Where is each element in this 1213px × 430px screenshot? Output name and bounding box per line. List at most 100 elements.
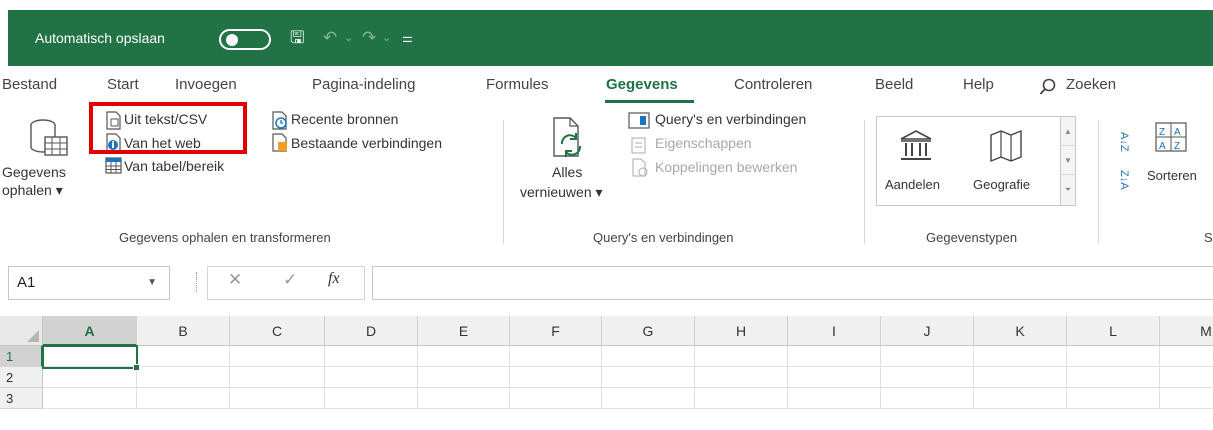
cell-g2[interactable] xyxy=(602,367,695,388)
column-header-i[interactable]: I xyxy=(788,316,881,346)
tab-beeld[interactable]: Beeld xyxy=(875,76,913,93)
from-table-range-button[interactable]: Van tabel/bereik xyxy=(124,158,224,174)
formula-input[interactable] xyxy=(372,266,1213,300)
insert-function-icon[interactable]: fx xyxy=(328,270,340,288)
cell-c3[interactable] xyxy=(230,388,325,409)
gallery-up-icon[interactable]: ▲ xyxy=(1061,117,1075,146)
fill-handle[interactable] xyxy=(133,364,140,371)
get-data-button[interactable]: Gegevens xyxy=(2,164,66,180)
edit-links-button[interactable]: Koppelingen bewerken xyxy=(655,159,797,175)
cell-l3[interactable] xyxy=(1067,388,1160,409)
cell-f3[interactable] xyxy=(510,388,602,409)
properties-button[interactable]: Eigenschappen xyxy=(655,135,752,151)
column-header-c[interactable]: C xyxy=(230,316,325,346)
cell-c1[interactable] xyxy=(230,346,325,367)
cell-d2[interactable] xyxy=(325,367,418,388)
cell-m2[interactable] xyxy=(1160,367,1213,388)
cell-i1[interactable] xyxy=(788,346,881,367)
existing-connections-button[interactable]: Bestaande verbindingen xyxy=(291,135,442,151)
column-header-j[interactable]: J xyxy=(881,316,974,346)
active-cell-a1[interactable] xyxy=(42,345,140,371)
cell-m1[interactable] xyxy=(1160,346,1213,367)
cell-k2[interactable] xyxy=(974,367,1067,388)
name-box[interactable]: A1 ▼ xyxy=(8,266,170,300)
redo-icon[interactable]: ↷ xyxy=(362,26,376,50)
row-header-3[interactable]: 3 xyxy=(0,388,43,409)
column-header-d[interactable]: D xyxy=(325,316,418,346)
row-header-1[interactable]: 1 xyxy=(0,346,43,367)
cell-h3[interactable] xyxy=(695,388,788,409)
cell-e2[interactable] xyxy=(418,367,510,388)
tab-gegevens[interactable]: Gegevens xyxy=(606,76,678,93)
search-icon[interactable] xyxy=(1039,78,1057,96)
recent-sources-button[interactable]: Recente bronnen xyxy=(291,111,398,127)
cell-k3[interactable] xyxy=(974,388,1067,409)
cell-a2[interactable] xyxy=(43,367,137,388)
cell-m3[interactable] xyxy=(1160,388,1213,409)
cell-f2[interactable] xyxy=(510,367,602,388)
cell-j2[interactable] xyxy=(881,367,974,388)
customize-qat-icon[interactable]: ⚌ xyxy=(402,26,413,50)
row-header-2[interactable]: 2 xyxy=(0,367,43,388)
cell-i2[interactable] xyxy=(788,367,881,388)
cell-i3[interactable] xyxy=(788,388,881,409)
tab-bestand[interactable]: Bestand xyxy=(2,76,57,93)
enter-icon[interactable]: ✓ xyxy=(283,270,297,290)
autosave-toggle[interactable] xyxy=(219,29,271,50)
save-icon[interactable]: 🖫 xyxy=(290,26,304,50)
column-header-g[interactable]: G xyxy=(602,316,695,346)
cell-b2[interactable] xyxy=(137,367,230,388)
cell-d1[interactable] xyxy=(325,346,418,367)
tab-formules[interactable]: Formules xyxy=(486,76,549,93)
cell-f1[interactable] xyxy=(510,346,602,367)
data-types-gallery[interactable]: Aandelen Geografie ▲ ▼ ⏷ xyxy=(876,116,1076,206)
gallery-scroll[interactable]: ▲ ▼ ⏷ xyxy=(1060,117,1075,205)
cell-d3[interactable] xyxy=(325,388,418,409)
cell-g3[interactable] xyxy=(602,388,695,409)
sort-button[interactable]: Sorteren xyxy=(1147,168,1197,183)
cell-a3[interactable] xyxy=(43,388,137,409)
undo-icon[interactable]: ↶ xyxy=(323,26,337,50)
cell-c2[interactable] xyxy=(230,367,325,388)
tab-help[interactable]: Help xyxy=(963,76,994,93)
cell-h1[interactable] xyxy=(695,346,788,367)
cell-l2[interactable] xyxy=(1067,367,1160,388)
refresh-all-button[interactable]: Alles xyxy=(552,164,582,180)
select-all-button[interactable] xyxy=(0,316,43,346)
cancel-icon[interactable]: ✕ xyxy=(228,270,242,290)
cell-e3[interactable] xyxy=(418,388,510,409)
redo-dropdown-icon[interactable]: ⌄ xyxy=(382,26,391,50)
cell-k1[interactable] xyxy=(974,346,1067,367)
column-header-h[interactable]: H xyxy=(695,316,788,346)
gallery-more-icon[interactable]: ⏷ xyxy=(1061,175,1075,204)
tab-start[interactable]: Start xyxy=(107,76,139,93)
refresh-all-dropdown[interactable]: vernieuwen ▾ xyxy=(520,184,603,201)
cell-b1[interactable] xyxy=(137,346,230,367)
cell-g1[interactable] xyxy=(602,346,695,367)
queries-connections-button[interactable]: Query's en verbindingen xyxy=(655,111,806,127)
chevron-down-icon[interactable]: ▼ xyxy=(147,277,157,288)
sort-za-icon[interactable]: Z↓A xyxy=(1118,170,1130,190)
geography-button[interactable]: Geografie xyxy=(973,177,1030,192)
column-header-a[interactable]: A xyxy=(43,316,137,346)
cell-e1[interactable] xyxy=(418,346,510,367)
cell-b3[interactable] xyxy=(137,388,230,409)
column-header-b[interactable]: B xyxy=(137,316,230,346)
sort-az-icon[interactable]: A↓Z xyxy=(1118,132,1130,152)
column-header-f[interactable]: F xyxy=(510,316,602,346)
cell-l1[interactable] xyxy=(1067,346,1160,367)
gallery-down-icon[interactable]: ▼ xyxy=(1061,146,1075,175)
cell-j3[interactable] xyxy=(881,388,974,409)
column-header-k[interactable]: K xyxy=(974,316,1067,346)
stocks-button[interactable]: Aandelen xyxy=(885,177,940,192)
cell-j1[interactable] xyxy=(881,346,974,367)
cell-h2[interactable] xyxy=(695,367,788,388)
tab-search[interactable]: Zoeken xyxy=(1066,76,1116,93)
tab-pagina-indeling[interactable]: Pagina-indeling xyxy=(312,76,415,93)
column-header-l[interactable]: L xyxy=(1067,316,1160,346)
tab-controleren[interactable]: Controleren xyxy=(734,76,812,93)
column-header-e[interactable]: E xyxy=(418,316,510,346)
get-data-dropdown[interactable]: ophalen ▾ xyxy=(2,182,63,199)
tab-invoegen[interactable]: Invoegen xyxy=(175,76,237,93)
column-header-m[interactable]: M xyxy=(1160,316,1213,346)
